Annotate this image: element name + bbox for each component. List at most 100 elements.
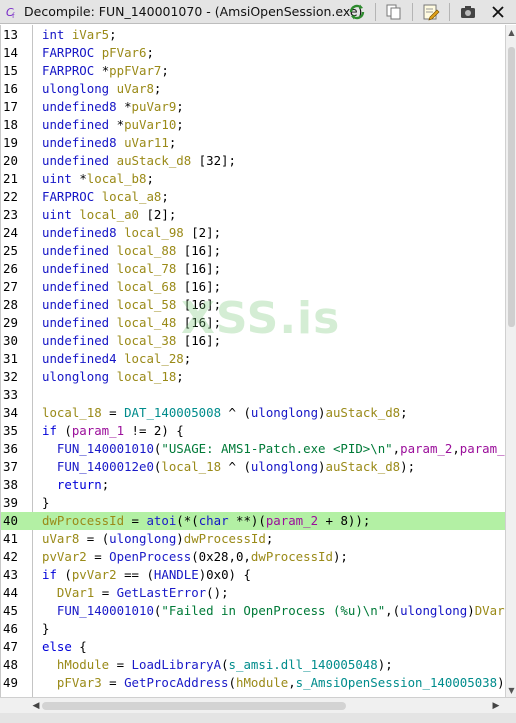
code-line[interactable]: 16 ulonglong uVar8;	[1, 80, 505, 98]
code-token[interactable]: GetProcAddress	[124, 675, 228, 690]
code-token[interactable]: =	[124, 513, 146, 528]
code-token[interactable]: undefined	[42, 315, 117, 330]
code-token[interactable]: ;	[161, 189, 168, 204]
code-token[interactable]: ,	[452, 441, 459, 456]
code-token[interactable]: (	[229, 675, 236, 690]
code-token[interactable]: local_98	[124, 225, 184, 240]
code-line[interactable]: 33	[1, 386, 505, 404]
code-text[interactable]: undefined local_48 [16];	[42, 314, 221, 332]
code-token[interactable]: (	[57, 423, 71, 438]
code-token[interactable]: puVar10	[124, 117, 176, 132]
code-token[interactable]: != 2) {	[124, 423, 184, 438]
code-line[interactable]: 29 undefined local_48 [16];	[1, 314, 505, 332]
code-token[interactable]: FUN_140001010	[57, 603, 154, 618]
code-token[interactable]: iVar5	[72, 27, 109, 42]
code-token[interactable]: ;	[109, 27, 116, 42]
code-line[interactable]: 34 local_18 = DAT_140005008 ^ (ulonglong)…	[1, 404, 505, 422]
code-token[interactable]: ;	[184, 351, 191, 366]
code-token[interactable]: param_3	[460, 441, 505, 456]
code-line[interactable]: 23 uint local_a0 [2];	[1, 206, 505, 224]
code-token[interactable]: = (	[79, 531, 109, 546]
code-token[interactable]: "Failed in OpenProcess (%u)\n"	[161, 603, 385, 618]
code-text[interactable]: undefined local_58 [16];	[42, 296, 221, 314]
code-token[interactable]: uVar8	[117, 81, 154, 96]
code-text[interactable]: local_18 = DAT_140005008 ^ (ulonglong)au…	[42, 404, 408, 422]
code-token[interactable]: pFVar6	[102, 45, 147, 60]
code-text[interactable]: uVar8 = (ulonglong)dwProcessId;	[42, 530, 273, 548]
code-line[interactable]: 49 pFVar3 = GetProcAddress(hModule,s_Ams…	[1, 674, 505, 692]
code-token[interactable]: ulonglong	[251, 459, 318, 474]
snapshot-icon[interactable]	[456, 1, 480, 23]
code-token[interactable]: s_AmsiOpenSession_140005038	[296, 675, 497, 690]
code-token[interactable]: ();	[206, 585, 228, 600]
code-text[interactable]: ulonglong local_18;	[42, 368, 184, 386]
code-line[interactable]: 44 DVar1 = GetLastError();	[1, 584, 505, 602]
code-token[interactable]: HANDLE	[154, 567, 199, 582]
code-line[interactable]: 31 undefined4 local_28;	[1, 350, 505, 368]
code-token[interactable]: *	[117, 117, 124, 132]
code-token[interactable]: dwProcessId	[251, 549, 333, 564]
code-token[interactable]: hModule	[57, 657, 109, 672]
code-line[interactable]: 22 FARPROC local_a8;	[1, 188, 505, 206]
code-token[interactable]: =	[109, 657, 131, 672]
code-token[interactable]: undefined	[42, 243, 117, 258]
code-line[interactable]: 19 undefined8 uVar11;	[1, 134, 505, 152]
code-token[interactable]: ulonglong	[42, 81, 117, 96]
refresh-icon[interactable]	[345, 1, 369, 23]
code-token[interactable]: local_68	[117, 279, 177, 294]
code-token[interactable]: atoi	[146, 513, 176, 528]
code-token[interactable]: else	[42, 639, 72, 654]
code-token[interactable]: ;	[154, 81, 161, 96]
code-token[interactable]	[42, 477, 57, 492]
code-token[interactable]: FUN_1400012e0	[57, 459, 154, 474]
code-text[interactable]: undefined local_88 [16];	[42, 242, 221, 260]
code-text[interactable]: FUN_140001010("USAGE: AMS1-Patch.exe <PI…	[42, 440, 505, 458]
code-token[interactable]: == (	[117, 567, 154, 582]
code-token[interactable]: local_58	[117, 297, 177, 312]
code-token[interactable]: param_2	[266, 513, 318, 528]
code-text[interactable]: uint local_a0 [2];	[42, 206, 176, 224]
code-token[interactable]: [16];	[176, 315, 221, 330]
code-line[interactable]: 46}	[1, 620, 505, 638]
code-line[interactable]: 40 dwProcessId = atoi(*(char **)(param_2 …	[1, 512, 505, 530]
code-token[interactable]: *	[79, 171, 86, 186]
edit-function-signature-icon[interactable]	[419, 1, 443, 23]
code-token[interactable]: local_18	[161, 459, 221, 474]
code-text[interactable]: }	[42, 494, 49, 512]
code-text[interactable]: undefined *puVar10;	[42, 116, 184, 134]
code-token[interactable]: ;	[400, 405, 407, 420]
code-token[interactable]: undefined8	[42, 225, 124, 240]
code-token[interactable]: dwProcessId	[42, 513, 124, 528]
code-token[interactable]: local_28	[124, 351, 184, 366]
code-token[interactable]: auStack_d8	[326, 405, 401, 420]
code-token[interactable]: ;	[146, 45, 153, 60]
code-text[interactable]: FARPROC *ppFVar7;	[42, 62, 169, 80]
code-token[interactable]: );	[497, 675, 505, 690]
code-text[interactable]: FUN_1400012e0(local_18 ^ (ulonglong)auSt…	[42, 458, 415, 476]
code-text[interactable]: hModule = LoadLibraryA(s_amsi.dll_140005…	[42, 656, 393, 674]
code-token[interactable]	[42, 459, 57, 474]
code-token[interactable]: )	[318, 405, 325, 420]
code-token[interactable]: [16];	[176, 333, 221, 348]
code-line[interactable]: 20 undefined auStack_d8 [32];	[1, 152, 505, 170]
code-token[interactable]: return	[57, 477, 102, 492]
code-token[interactable]: ,	[393, 441, 400, 456]
code-line[interactable]: 17 undefined8 *puVar9;	[1, 98, 505, 116]
code-token[interactable]: local_78	[117, 261, 177, 276]
code-line[interactable]: 41 uVar8 = (ulonglong)dwProcessId;	[1, 530, 505, 548]
code-token[interactable]: uint	[42, 207, 79, 222]
code-line[interactable]: 42 pvVar2 = OpenProcess(0x28,0,dwProcessI…	[1, 548, 505, 566]
code-line[interactable]: 26 undefined local_78 [16];	[1, 260, 505, 278]
code-text[interactable]: else {	[42, 638, 87, 656]
code-token[interactable]: [16];	[176, 261, 221, 276]
code-text[interactable]: pvVar2 = OpenProcess(0x28,0,dwProcessId)…	[42, 548, 348, 566]
vertical-scrollbar[interactable]: ▲ ▼	[505, 25, 516, 697]
code-line[interactable]: 36 FUN_140001010("USAGE: AMS1-Patch.exe …	[1, 440, 505, 458]
code-token[interactable]: =	[94, 585, 116, 600]
code-token[interactable]: int	[42, 27, 72, 42]
code-token[interactable]: uVar11	[124, 135, 169, 150]
code-token[interactable]: pvVar2	[42, 549, 87, 564]
code-line[interactable]: 21 uint *local_b8;	[1, 170, 505, 188]
code-line[interactable]: 25 undefined local_88 [16];	[1, 242, 505, 260]
code-token[interactable]: ;	[161, 63, 168, 78]
